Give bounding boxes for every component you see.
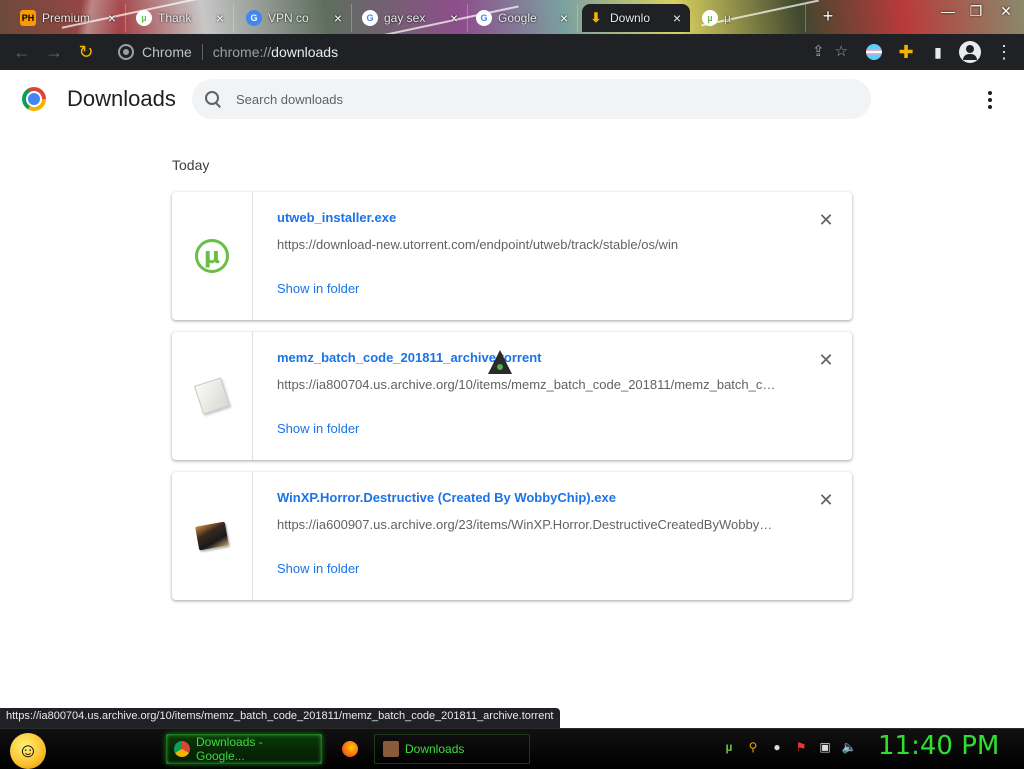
tab-label: Premium: [42, 11, 91, 25]
file-source-url[interactable]: https://download-new.utorrent.com/endpoi…: [277, 237, 777, 252]
taskbar-item-label: Downloads - Google...: [196, 735, 263, 763]
show-in-folder-link[interactable]: Show in folder: [277, 561, 359, 576]
tab-label: µ: [724, 11, 731, 25]
taskbar: ☺ Downloads - Google... Downloads µ ⚲ ● …: [0, 728, 1024, 769]
file-icon-cell: [172, 332, 253, 460]
page-title: Downloads: [67, 86, 176, 111]
download-icon: ⬇: [590, 10, 602, 25]
bookmark-star-icon[interactable]: ☆: [835, 42, 848, 60]
exe-icon: [195, 521, 229, 551]
tab-label: VPN co: [268, 11, 309, 25]
taskbar-item-label: Downloads: [405, 742, 465, 756]
file-name-link[interactable]: WinXP.Horror.Destructive (Created By Wob…: [277, 490, 616, 505]
tab-downloads[interactable]: ⬇ Downlo ×: [582, 4, 690, 32]
maximize-button[interactable]: ❐: [962, 0, 990, 22]
utorrent-icon: µ: [195, 239, 229, 273]
page-header: Downloads: [0, 70, 1024, 128]
side-panel-icon[interactable]: ▮: [922, 36, 954, 68]
close-icon[interactable]: ×: [447, 10, 461, 26]
tab-strip: PH Premium × µ Thank × G VPN co × G gay …: [0, 0, 1024, 34]
search-tray-icon[interactable]: ⚲: [744, 738, 762, 756]
google-icon: G: [476, 10, 492, 26]
profile-flag-icon[interactable]: [858, 36, 890, 68]
google-icon: G: [246, 10, 262, 26]
chat-tray-icon[interactable]: ●: [768, 738, 786, 756]
taskbar-item-chrome[interactable]: Downloads - Google...: [166, 734, 322, 764]
tab-label: Downlo: [610, 11, 651, 25]
minimize-button[interactable]: —: [934, 0, 962, 22]
file-source-url[interactable]: https://ia800704.us.archive.org/10/items…: [277, 377, 777, 392]
close-icon[interactable]: ×: [213, 10, 227, 26]
show-in-folder-link[interactable]: Show in folder: [277, 281, 359, 296]
tab-thank[interactable]: µ Thank ×: [130, 4, 234, 32]
mouse-cursor-icon: [488, 350, 512, 374]
date-section-label: Today: [172, 157, 210, 173]
close-icon[interactable]: ×: [670, 10, 684, 26]
remove-close-icon[interactable]: ✕: [816, 350, 836, 370]
url-path: downloads: [271, 44, 339, 60]
start-smiley-icon[interactable]: ☺: [10, 733, 46, 769]
tab-premium[interactable]: PH Premium ×: [14, 4, 126, 32]
tab-google-search[interactable]: G gay sex ×: [356, 4, 468, 32]
chrome-icon: [118, 44, 134, 60]
search-input[interactable]: [236, 91, 871, 107]
download-item: memz_batch_code_201811_archive.torrent h…: [172, 332, 852, 460]
status-bubble: https://ia800704.us.archive.org/10/items…: [0, 708, 560, 728]
url-scheme: chrome://: [212, 44, 272, 60]
profile-avatar-icon[interactable]: [954, 36, 986, 68]
site-chip: Chrome: [142, 44, 203, 60]
close-window-button[interactable]: ✕: [992, 0, 1020, 22]
browser-menu-icon[interactable]: ⋮: [988, 36, 1020, 68]
url-text[interactable]: chrome://downloads: [203, 44, 338, 60]
remove-close-icon[interactable]: ✕: [816, 490, 836, 510]
ph-icon: PH: [20, 10, 36, 26]
show-in-folder-link[interactable]: Show in folder: [277, 421, 359, 436]
google-icon: G: [362, 10, 378, 26]
utorrent-icon: µ: [702, 10, 718, 26]
system-tray: µ ⚲ ● ⚑ ▣ 🔈: [720, 738, 858, 756]
utorrent-tray-icon[interactable]: µ: [720, 738, 738, 756]
close-icon[interactable]: ×: [331, 10, 345, 26]
chrome-logo-icon: [22, 87, 46, 111]
taskbar-item-firefox[interactable]: [334, 734, 364, 764]
tab-utorrent[interactable]: µ µ: [696, 4, 806, 32]
download-item: WinXP.Horror.Destructive (Created By Wob…: [172, 472, 852, 600]
firefox-icon: [342, 741, 358, 757]
remove-close-icon[interactable]: ✕: [816, 210, 836, 230]
taskbar-item-downloads[interactable]: Downloads: [374, 734, 530, 764]
tab-google[interactable]: G Google ×: [470, 4, 578, 32]
network-tray-icon[interactable]: ▣: [816, 738, 834, 756]
volume-tray-icon[interactable]: 🔈: [840, 738, 858, 756]
tab-label: Thank: [158, 11, 192, 25]
file-name-link[interactable]: utweb_installer.exe: [277, 210, 396, 225]
flag-tray-icon[interactable]: ⚑: [792, 738, 810, 756]
more-actions-icon[interactable]: [980, 88, 1000, 112]
reload-button[interactable]: ↻: [70, 36, 102, 68]
search-box[interactable]: [192, 79, 871, 119]
forward-button[interactable]: →: [38, 36, 70, 68]
search-icon: [204, 90, 222, 108]
browser-toolbar: ← → ↻ Chrome chrome://downloads ⇪ ☆ ✚ ▮ …: [0, 34, 1024, 70]
new-tab-button[interactable]: +: [818, 6, 838, 26]
tab-label: gay sex: [384, 11, 426, 25]
file-source-url[interactable]: https://ia600907.us.archive.org/23/items…: [277, 517, 777, 532]
folder-icon: [383, 741, 399, 757]
download-item: µ utweb_installer.exe https://download-n…: [172, 192, 852, 320]
taskbar-clock[interactable]: 11:40 PM: [878, 731, 999, 761]
tab-vpn[interactable]: G VPN co ×: [240, 4, 352, 32]
share-icon[interactable]: ⇪: [812, 42, 825, 60]
file-icon-cell: [172, 472, 253, 600]
file-icon-cell: µ: [172, 192, 253, 320]
extensions-icon[interactable]: ✚: [890, 36, 922, 68]
tab-label: Google: [498, 11, 537, 25]
close-icon[interactable]: ×: [557, 10, 571, 26]
close-icon[interactable]: ×: [105, 10, 119, 26]
utorrent-icon: µ: [136, 10, 152, 26]
downloads-page: Downloads Today µ utweb_installer.exe ht…: [0, 70, 1024, 728]
chrome-icon: [174, 741, 190, 757]
back-button[interactable]: ←: [6, 36, 38, 68]
file-icon: [194, 377, 230, 415]
address-bar[interactable]: Chrome chrome://downloads ⇪ ☆: [108, 38, 852, 66]
